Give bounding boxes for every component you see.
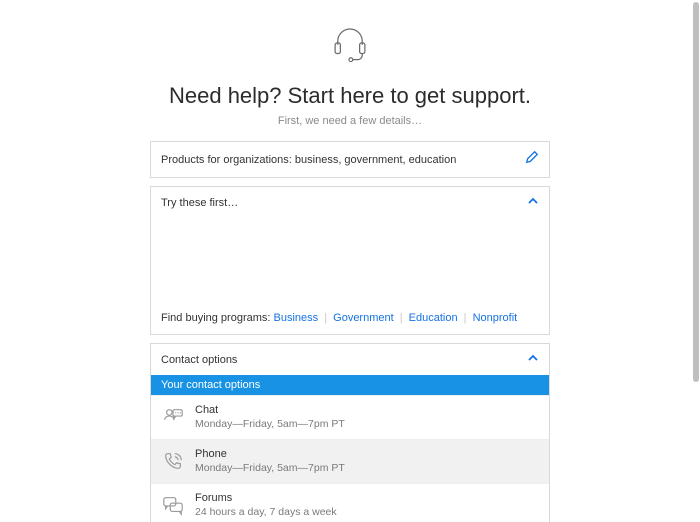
link-education[interactable]: Education xyxy=(409,312,458,324)
contact-option-sub: 24 hours a day, 7 days a week xyxy=(195,506,337,519)
link-business[interactable]: Business xyxy=(274,312,319,324)
chat-icon xyxy=(161,405,185,429)
contact-options-header-label: Contact options xyxy=(161,354,237,366)
page-subtitle: First, we need a few details… xyxy=(150,115,550,127)
page-title: Need help? Start here to get support. xyxy=(150,83,550,109)
product-selector[interactable]: Products for organizations: business, go… xyxy=(150,141,550,178)
scrollbar[interactable] xyxy=(693,2,699,382)
buying-programs-line: Find buying programs: Business | Governm… xyxy=(161,312,539,324)
link-nonprofit[interactable]: Nonprofit xyxy=(473,312,518,324)
try-content-area xyxy=(161,226,539,312)
buying-prefix: Find buying programs: xyxy=(161,312,270,324)
chevron-up-icon xyxy=(527,352,539,367)
product-selector-label: Products for organizations: business, go… xyxy=(161,154,456,166)
contact-option-title: Forums xyxy=(195,492,337,506)
try-first-panel: Try these first… Find buying programs: B… xyxy=(150,186,550,335)
separator: | xyxy=(324,312,327,324)
contact-option-title: Phone xyxy=(195,448,345,462)
contact-option-sub: Monday—Friday, 5am—7pm PT xyxy=(195,462,345,475)
contact-options-header[interactable]: Contact options xyxy=(151,344,549,375)
edit-icon[interactable] xyxy=(525,150,539,169)
forums-icon xyxy=(161,493,185,517)
chevron-up-icon xyxy=(527,195,539,210)
headset-icon xyxy=(329,22,371,69)
separator: | xyxy=(464,312,467,324)
contact-option-sub: Monday—Friday, 5am—7pm PT xyxy=(195,418,345,431)
phone-icon xyxy=(161,449,185,473)
contact-options-banner: Your contact options xyxy=(151,375,549,395)
contact-option-title: Chat xyxy=(195,404,345,418)
link-government[interactable]: Government xyxy=(333,312,394,324)
try-first-header-label: Try these first… xyxy=(161,197,238,209)
contact-option-forums[interactable]: Forums 24 hours a day, 7 days a week xyxy=(151,483,549,522)
contact-option-phone[interactable]: Phone Monday—Friday, 5am—7pm PT xyxy=(151,439,549,483)
try-first-header[interactable]: Try these first… xyxy=(151,187,549,218)
contact-option-chat[interactable]: Chat Monday—Friday, 5am—7pm PT xyxy=(151,395,549,439)
contact-options-panel: Contact options Your contact options xyxy=(150,343,550,522)
separator: | xyxy=(400,312,403,324)
